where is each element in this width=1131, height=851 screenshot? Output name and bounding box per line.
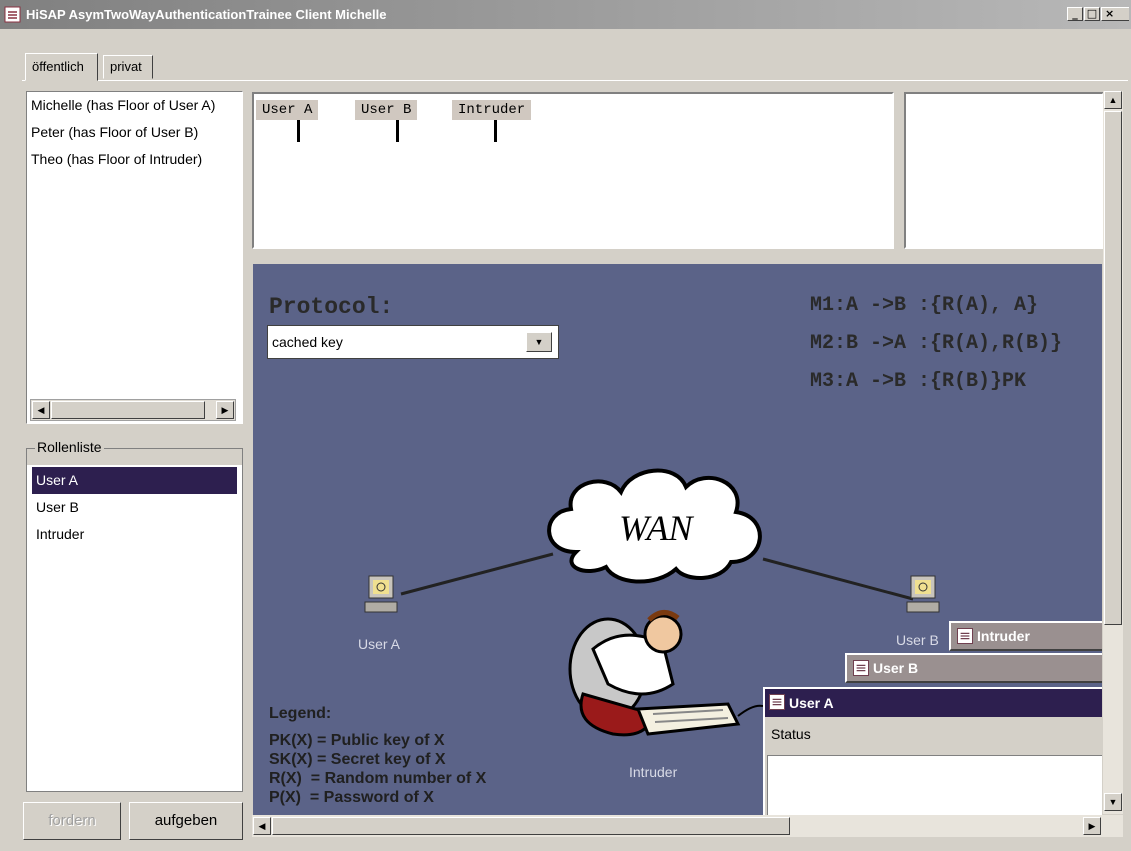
intruder-label: Intruder <box>629 764 678 780</box>
legend-title: Legend: <box>269 705 332 722</box>
list-item[interactable]: Peter (has Floor of User B) <box>27 119 242 146</box>
fordern-button[interactable]: fordern <box>23 802 121 840</box>
status-label: Status <box>771 726 811 742</box>
status-field[interactable] <box>767 755 1102 815</box>
computer-icon <box>906 575 940 613</box>
lane-user-b: User B <box>355 100 418 120</box>
window-title: HiSAP AsymTwoWayAuthenticationTrainee Cl… <box>26 7 387 22</box>
legend-line: P(X) = Password of X <box>269 789 434 806</box>
lane-tick <box>297 120 300 142</box>
sequence-panel <box>252 92 894 249</box>
title-bar: HiSAP AsymTwoWayAuthenticationTrainee Cl… <box>0 0 1131 29</box>
cloud-label: WAN <box>619 508 693 548</box>
node-label-user-a: User A <box>358 636 401 652</box>
users-hscrollbar[interactable]: ◀ ▶ <box>30 399 236 421</box>
aufgeben-button[interactable]: aufgeben <box>129 802 243 840</box>
scroll-up-icon[interactable]: ▲ <box>1104 91 1122 109</box>
list-item[interactable]: Theo (has Floor of Intruder) <box>27 146 242 173</box>
scroll-thumb[interactable] <box>272 817 790 835</box>
list-item[interactable]: Michelle (has Floor of User A) <box>27 92 242 119</box>
frame-user-a[interactable]: User A Status <box>763 687 1102 815</box>
frame-title: User B <box>873 660 919 676</box>
legend-line: R(X) = Random number of X <box>269 770 487 787</box>
role-item-user-a[interactable]: User A <box>32 467 237 494</box>
hacker-figure <box>568 610 763 737</box>
close-icon[interactable]: × <box>1101 7 1129 21</box>
scroll-down-icon[interactable]: ▼ <box>1104 793 1122 811</box>
maximize-icon[interactable]: □ <box>1084 7 1100 21</box>
frame-title: User A <box>789 695 834 711</box>
roles-title: Rollenliste <box>35 439 104 455</box>
role-item-user-b[interactable]: User B <box>32 494 237 521</box>
scroll-thumb[interactable] <box>1104 111 1122 625</box>
legend-line: SK(X) = Secret key of X <box>269 751 446 768</box>
role-item-intruder[interactable]: Intruder <box>32 521 237 548</box>
frame-icon <box>957 628 973 644</box>
lane-tick <box>494 120 497 142</box>
legend-line: PK(X) = Public key of X <box>269 732 445 749</box>
side-panel <box>904 92 1104 249</box>
minimize-icon[interactable]: _ <box>1067 7 1083 21</box>
frame-user-b[interactable]: User B <box>845 653 1102 683</box>
tab-divider <box>22 80 1128 81</box>
frame-intruder[interactable]: Intruder <box>949 621 1102 651</box>
users-list: Michelle (has Floor of User A) Peter (ha… <box>26 91 243 424</box>
lane-intruder: Intruder <box>452 100 532 120</box>
tab-privat[interactable]: privat <box>103 55 153 79</box>
frame-title: Intruder <box>977 628 1030 644</box>
lane-user-a: User A <box>256 100 319 120</box>
vertical-scrollbar[interactable]: ▲ ▼ <box>1103 91 1123 814</box>
node-label-user-b: User B <box>896 632 939 648</box>
roles-panel: Rollenliste User A User B Intruder <box>26 439 243 792</box>
horizontal-scrollbar[interactable]: ◀ ▶ <box>252 815 1123 837</box>
tab-oeffentlich[interactable]: öffentlich <box>25 53 98 81</box>
computer-icon <box>364 575 398 613</box>
lane-tick <box>396 120 399 142</box>
scroll-left-icon[interactable]: ◀ <box>32 401 50 419</box>
app-icon <box>4 6 21 23</box>
frame-icon <box>853 660 869 676</box>
scroll-right-icon[interactable]: ▶ <box>1083 817 1101 835</box>
scroll-left-icon[interactable]: ◀ <box>253 817 271 835</box>
scroll-thumb[interactable] <box>51 401 205 419</box>
protocol-stage: Protocol: cached key ▼ M1:A ->B :{R(A), … <box>253 264 1102 815</box>
scroll-right-icon[interactable]: ▶ <box>216 401 234 419</box>
